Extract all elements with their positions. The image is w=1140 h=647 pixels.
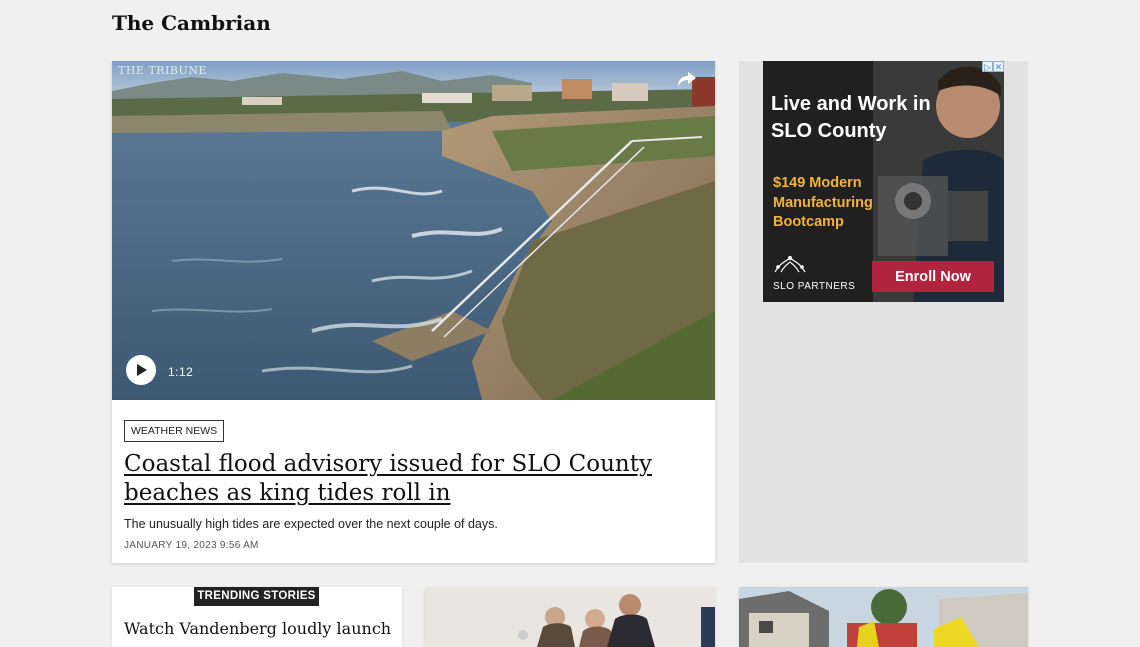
hero-dateline: JANUARY 19, 2023 9:56 AM — [124, 540, 259, 551]
story-photo-people — [425, 587, 715, 647]
hero-story-card: THE TRIBUNE 1:12 WEATHER NEWS Coastal fl… — [112, 61, 715, 563]
ad-sidebar: ▷ ✕ Live and Work in SLO County $149 Mod… — [739, 61, 1028, 563]
video-duration: 1:12 — [168, 365, 194, 379]
trending-label: TRENDING STORIES — [194, 587, 319, 606]
slo-partners-icon — [774, 255, 806, 273]
story-card-image[interactable] — [739, 587, 1028, 647]
story-photo-flooding — [739, 587, 1028, 647]
ad-headline: Live and Work in SLO County — [771, 93, 931, 142]
share-arrow-icon[interactable] — [677, 71, 697, 89]
story-card-image[interactable] — [425, 587, 715, 647]
ad-choices[interactable]: ▷ ✕ — [982, 61, 1004, 72]
play-button[interactable] — [126, 355, 156, 385]
photo-watermark: THE TRIBUNE — [118, 64, 207, 77]
site-title[interactable]: The Cambrian — [112, 11, 271, 35]
hero-summary: The unusually high tides are expected ov… — [124, 517, 498, 531]
ad-info-icon[interactable]: ▷ — [982, 61, 993, 72]
play-icon — [137, 364, 147, 376]
close-icon[interactable]: ✕ — [993, 61, 1004, 72]
ad-banner[interactable]: ▷ ✕ Live and Work in SLO County $149 Mod… — [763, 61, 1004, 302]
ad-offer: $149 Modern Manufacturing Bootcamp — [773, 175, 873, 230]
trending-headline[interactable]: Watch Vandenberg loudly launch — [124, 619, 394, 639]
hero-photo — [112, 61, 715, 400]
enroll-now-button[interactable]: Enroll Now — [872, 261, 994, 292]
ad-brand-logo: SLO PARTNERS — [773, 255, 863, 292]
hero-headline[interactable]: Coastal flood advisory issued for SLO Co… — [124, 450, 684, 508]
ad-brand-name: SLO PARTNERS — [773, 281, 856, 292]
trending-stories-card: TRENDING STORIES Watch Vandenberg loudly… — [112, 587, 402, 647]
hero-video[interactable]: THE TRIBUNE 1:12 — [112, 61, 715, 400]
section-tag[interactable]: WEATHER NEWS — [124, 420, 225, 442]
